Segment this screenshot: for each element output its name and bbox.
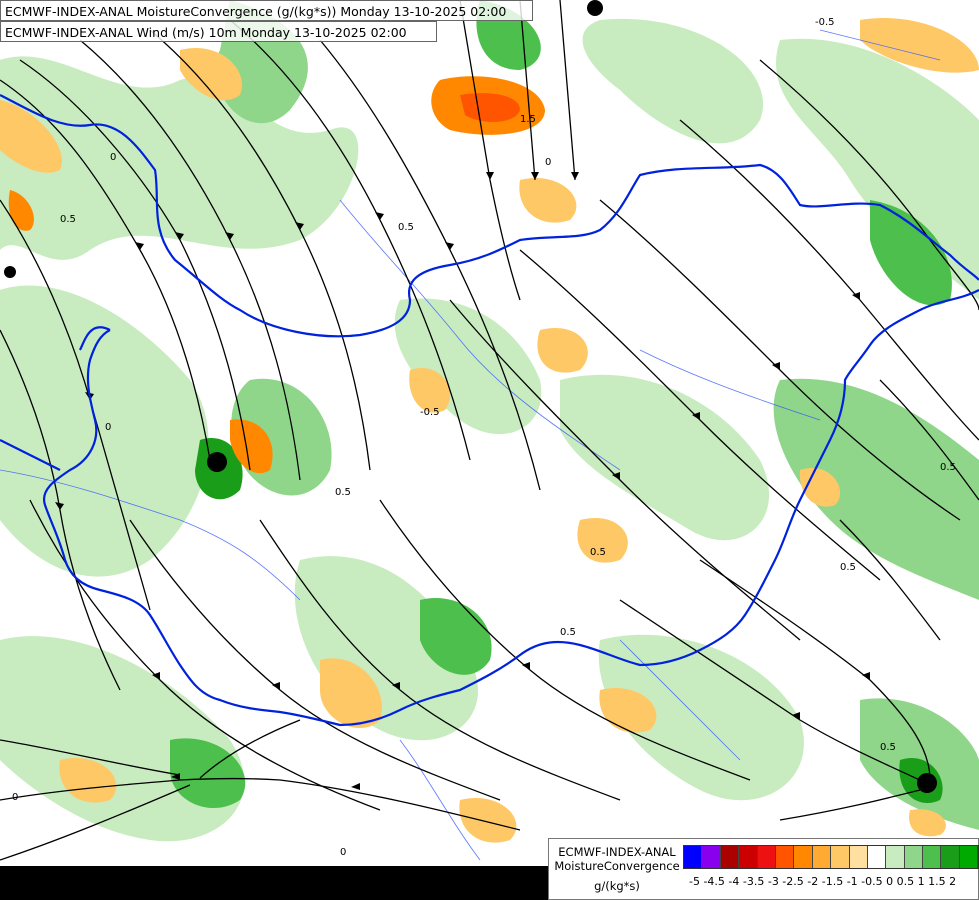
legend-swatch xyxy=(831,846,850,868)
map-title-moisture: ECMWF-INDEX-ANAL MoistureConvergence (g/… xyxy=(0,0,533,21)
legend-swatch xyxy=(794,846,813,868)
legend-swatch xyxy=(812,846,832,868)
contour-label: 0 xyxy=(110,152,116,163)
contour-label: -0.5 xyxy=(420,407,440,418)
contour-label: 0.5 xyxy=(335,487,351,498)
legend-swatch xyxy=(739,846,758,868)
contour-label: 0 xyxy=(105,422,111,433)
legend-swatch xyxy=(757,846,776,868)
legend-swatch xyxy=(941,846,960,868)
contour-label: 0 xyxy=(545,157,551,168)
legend-swatch xyxy=(886,846,905,868)
contour-label: 0.5 xyxy=(840,562,856,573)
legend-unit: g/(kg*s) xyxy=(594,879,640,893)
contour-label: 0.5 xyxy=(880,742,896,753)
contour-label: 0.5 xyxy=(940,462,956,473)
legend-swatch xyxy=(702,846,721,868)
legend-swatch xyxy=(720,846,740,868)
contour-label: 0.5 xyxy=(590,547,606,558)
legend-color-bar xyxy=(683,845,979,869)
legend-swatch xyxy=(923,846,942,868)
map-canvas: 0.5 0 0.5 0 -0.5 1.5 0.5 0.5 0 0.5 0 0.5… xyxy=(0,0,979,900)
legend-title: ECMWF-INDEX-ANAL MoistureConvergence xyxy=(554,845,680,873)
bottom-strip xyxy=(0,866,548,900)
legend-swatch xyxy=(684,846,703,868)
color-legend: ECMWF-INDEX-ANAL MoistureConvergence g/(… xyxy=(548,838,979,900)
legend-swatch xyxy=(867,846,887,868)
legend-tick-labels: -5 -4.5 -4 -3.5 -3 -2.5 -2 -1.5 -1 -0.5 … xyxy=(689,875,957,888)
legend-swatch xyxy=(849,846,868,868)
contour-label: 1.5 xyxy=(520,114,536,125)
map-title-wind: ECMWF-INDEX-ANAL Wind (m/s) 10m Monday 1… xyxy=(0,21,437,42)
contour-label: 0.5 xyxy=(398,222,414,233)
legend-swatch xyxy=(775,846,795,868)
contour-label: 0 xyxy=(12,792,18,803)
contour-label: 0.5 xyxy=(560,627,576,638)
legend-swatch xyxy=(904,846,924,868)
legend-swatch xyxy=(959,846,979,868)
contour-label: 0 xyxy=(340,847,346,858)
contour-label: 0.5 xyxy=(60,214,76,225)
contour-label: -0.5 xyxy=(815,17,835,28)
